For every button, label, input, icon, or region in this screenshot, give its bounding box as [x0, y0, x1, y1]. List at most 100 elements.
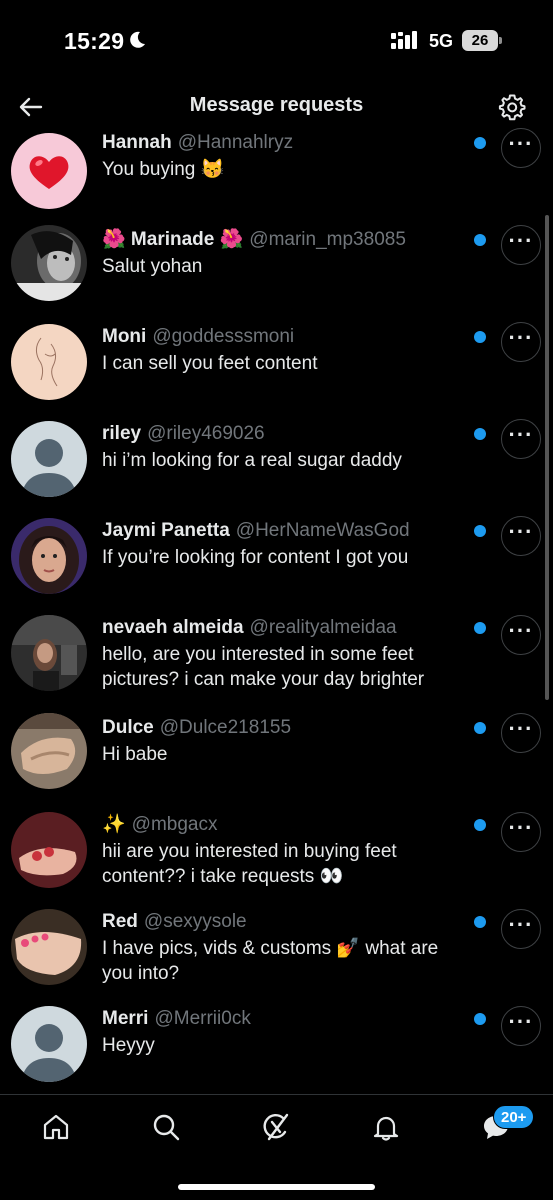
page-title: Message requests	[189, 94, 364, 116]
more-icon: ···	[508, 325, 534, 350]
more-options-button[interactable]: ···	[501, 713, 541, 753]
settings-button[interactable]	[495, 90, 529, 124]
request-item-nevaeh-almeida[interactable]: nevaeh almeida @realityalmeidaa hello, ar…	[0, 613, 553, 710]
message-preview: hii are you interested in buying feet co…	[102, 841, 397, 887]
handle: @realityalmeidaa	[249, 617, 397, 638]
avatar[interactable]	[11, 1006, 87, 1082]
avatar[interactable]	[11, 133, 87, 209]
avatar[interactable]	[11, 421, 87, 497]
more-options-button[interactable]: ···	[501, 615, 541, 655]
message-preview: Heyyy	[102, 1035, 155, 1056]
message-preview: If you’re looking for content I got you	[102, 547, 409, 568]
gear-icon	[498, 94, 526, 121]
display-name: Jaymi Panetta	[102, 520, 230, 541]
more-options-button[interactable]: ···	[501, 322, 541, 362]
avatar[interactable]	[11, 518, 87, 594]
default-avatar-icon	[11, 1006, 87, 1082]
photo-avatar-icon	[11, 713, 87, 789]
more-options-button[interactable]: ···	[501, 128, 541, 168]
photo-avatar-icon	[11, 225, 87, 301]
status-time: 15:29	[64, 28, 125, 54]
avatar[interactable]	[11, 615, 87, 691]
grok-icon	[263, 1113, 289, 1141]
nav-grok[interactable]	[258, 1109, 294, 1145]
display-name: nevaeh almeida	[102, 617, 244, 638]
status-bar: 15:29 5G 26	[0, 0, 553, 84]
more-options-button[interactable]: ···	[501, 1006, 541, 1046]
message-preview: Hi babe	[102, 744, 168, 765]
message-preview: hi i’m looking for a real sugar daddy	[102, 450, 402, 471]
moon-icon	[130, 31, 145, 48]
unread-dot	[474, 1013, 486, 1025]
request-item-moni[interactable]: Moni @goddesssmoni I can sell you feet co…	[0, 322, 553, 419]
more-options-button[interactable]: ···	[501, 516, 541, 556]
header: Message requests	[0, 84, 553, 128]
unread-dot	[474, 916, 486, 928]
default-avatar-icon	[11, 421, 87, 497]
display-name: Red	[102, 911, 138, 932]
more-options-button[interactable]: ···	[501, 909, 541, 949]
more-icon: ···	[508, 815, 534, 840]
display-name: Hannah	[102, 132, 172, 153]
request-item-merri[interactable]: Merri @Merrii0ck Heyyy ···	[0, 1004, 553, 1094]
home-icon	[43, 1114, 69, 1140]
more-icon: ···	[508, 131, 534, 156]
avatar[interactable]	[11, 713, 87, 789]
avatar[interactable]	[11, 225, 87, 301]
display-name: riley	[102, 423, 142, 444]
display-name: Dulce	[102, 717, 154, 738]
handle: @Merrii0ck	[154, 1008, 251, 1029]
request-item-mbgacx[interactable]: ✨ @mbgacx hii are you interested in buyin…	[0, 810, 553, 907]
notifications-icon	[373, 1116, 399, 1141]
more-icon: ···	[508, 716, 534, 741]
handle: @marin_mp38085	[249, 229, 406, 250]
heart-avatar-icon	[11, 133, 87, 209]
photo-avatar-icon	[11, 812, 87, 888]
network-label: 5G	[429, 31, 454, 51]
message-preview: Salut yohan	[102, 256, 203, 277]
request-text: 🌺 Marinade 🌺 @marin_mp38085 Salut yohan	[102, 228, 472, 279]
request-text: Jaymi Panetta @HerNameWasGod If you’re lo…	[102, 519, 472, 570]
nav-home[interactable]	[38, 1109, 74, 1145]
request-item-dulce[interactable]: Dulce @Dulce218155 Hi babe ···	[0, 713, 553, 810]
display-name: 🌺 Marinade 🌺	[102, 229, 244, 250]
avatar[interactable]	[11, 324, 87, 400]
request-item-riley[interactable]: riley @riley469026 hi i’m looking for a r…	[0, 419, 553, 516]
message-preview: I can sell you feet content	[102, 353, 318, 374]
line-art-avatar-icon	[11, 324, 87, 400]
display-name: Moni	[102, 326, 147, 347]
avatar[interactable]	[11, 812, 87, 888]
request-text: riley @riley469026 hi i’m looking for a r…	[102, 422, 472, 473]
message-preview: You buying 😽	[102, 159, 225, 180]
nav-search[interactable]	[148, 1109, 184, 1145]
request-text: Moni @goddesssmoni I can sell you feet co…	[102, 325, 472, 376]
message-requests-list[interactable]: Hannah @Hannahlryz You buying 😽 ··· 🌺 Mar…	[0, 128, 553, 1094]
request-text: Merri @Merrii0ck Heyyy	[102, 1007, 472, 1058]
unread-dot	[474, 622, 486, 634]
unread-dot	[474, 137, 486, 149]
unread-dot	[474, 331, 486, 343]
scrollbar[interactable]	[545, 215, 549, 700]
photo-avatar-icon	[11, 909, 87, 985]
unread-dot	[474, 722, 486, 734]
more-icon: ···	[508, 228, 534, 253]
photo-avatar-icon	[11, 518, 87, 594]
handle: @mbgacx	[131, 814, 218, 835]
request-item-marinade[interactable]: 🌺 Marinade 🌺 @marin_mp38085 Salut yohan ·…	[0, 225, 553, 322]
request-item-red[interactable]: Red @sexyysole I have pics, vids & custom…	[0, 907, 553, 1004]
more-options-button[interactable]: ···	[501, 225, 541, 265]
more-options-button[interactable]: ···	[501, 812, 541, 852]
avatar[interactable]	[11, 909, 87, 985]
signal-icon	[391, 31, 417, 49]
handle: @Dulce218155	[159, 717, 292, 738]
nav-notifications[interactable]	[368, 1109, 404, 1145]
message-preview: hello, are you interested in some feet p…	[102, 644, 425, 690]
unread-dot	[474, 234, 486, 246]
search-icon	[153, 1114, 180, 1141]
home-indicator[interactable]	[178, 1184, 375, 1190]
request-item-jaymi-panetta[interactable]: Jaymi Panetta @HerNameWasGod If you’re lo…	[0, 516, 553, 613]
handle: @sexyysole	[143, 911, 247, 932]
unread-dot	[474, 428, 486, 440]
request-item-hannah[interactable]: Hannah @Hannahlryz You buying 😽 ···	[0, 128, 553, 225]
more-options-button[interactable]: ···	[501, 419, 541, 459]
